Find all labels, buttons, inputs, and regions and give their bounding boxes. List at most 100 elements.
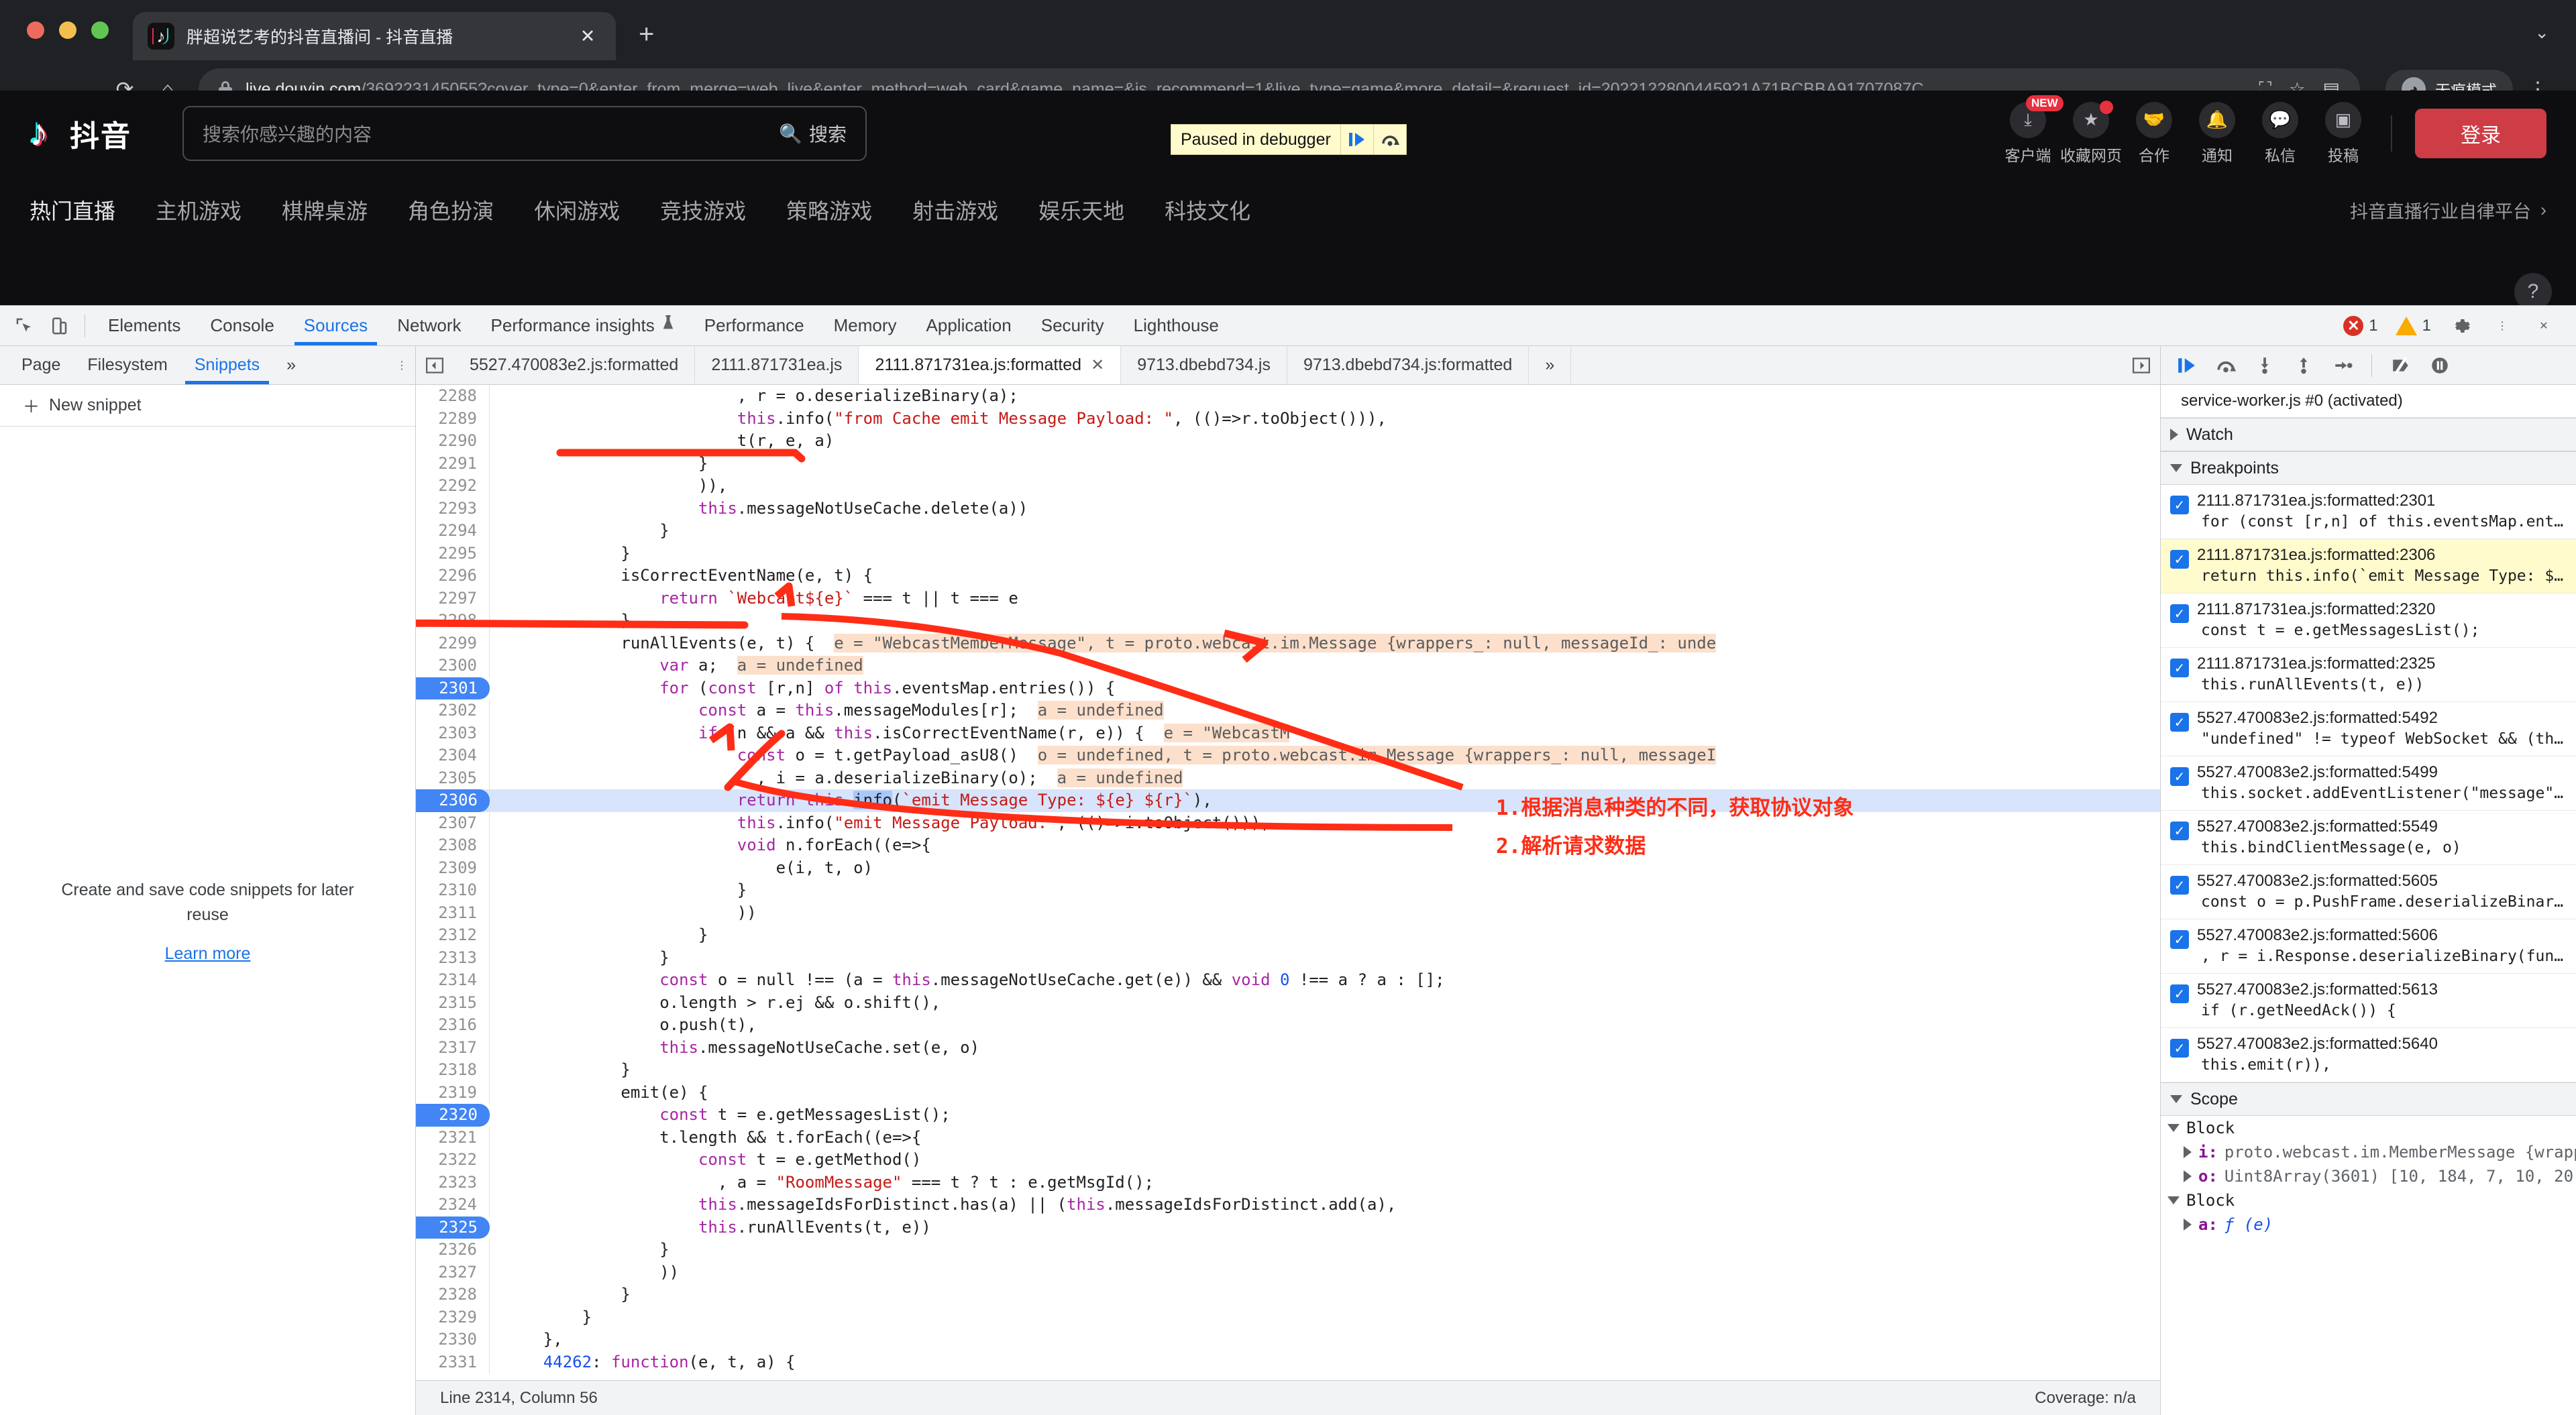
scope-block[interactable]: Block — [2161, 1116, 2576, 1140]
breakpoint-item[interactable]: ✓ 2111.871731ea.js:formatted:2320 const t … — [2161, 593, 2576, 648]
code-line[interactable]: 2298 } — [416, 610, 2160, 632]
line-number[interactable]: 2304 — [416, 744, 490, 767]
deactivate-breakpoints-icon[interactable] — [2383, 349, 2419, 382]
breakpoint-checkbox[interactable]: ✓ — [2170, 496, 2189, 514]
close-icon[interactable]: ✕ — [1091, 355, 1104, 375]
breakpoint-checkbox[interactable]: ✓ — [2170, 822, 2189, 840]
step-over-icon[interactable] — [2208, 349, 2244, 382]
code-line[interactable]: 2299 runAllEvents(e, t) { e = "WebcastMe… — [416, 632, 2160, 655]
line-number[interactable]: 2292 — [416, 475, 490, 498]
new-tab-button[interactable]: + — [639, 19, 654, 50]
resume-icon[interactable] — [2169, 349, 2205, 382]
nav-item-strategy-games[interactable]: 策略游戏 — [786, 194, 872, 225]
breakpoint-checkbox[interactable]: ✓ — [2170, 984, 2189, 1003]
line-number[interactable]: 2325 — [416, 1216, 490, 1239]
scope-variable[interactable]: i: proto.webcast.im.MemberMessage {wrapp… — [2161, 1140, 2576, 1164]
nav-item-entertainment[interactable]: 娱乐天地 — [1038, 194, 1124, 225]
header-action-favorite[interactable]: ★ 收藏网页 — [2059, 100, 2123, 166]
breakpoint-checkbox[interactable]: ✓ — [2170, 1039, 2189, 1058]
code-line[interactable]: 2313 } — [416, 946, 2160, 969]
file-tab-9713-formatted[interactable]: 9713.dbebd734.js:formatted — [1287, 346, 1529, 384]
line-number[interactable]: 2296 — [416, 565, 490, 587]
code-line[interactable]: 2302 const a = this.messageModules[r]; a… — [416, 699, 2160, 722]
chevron-down-icon[interactable]: ⌄ — [2534, 22, 2576, 43]
header-action-client[interactable]: ⤓ 客户端 NEW — [1996, 95, 2063, 166]
file-tab-9713[interactable]: 9713.dbebd734.js — [1121, 346, 1287, 384]
code-line[interactable]: 2312 } — [416, 924, 2160, 947]
scope-variable[interactable]: o: Uint8Array(3601) [10, 184, 7, 10, 20,… — [2161, 1164, 2576, 1188]
line-number[interactable]: 2294 — [416, 520, 490, 543]
navigator-tab-page[interactable]: Page — [8, 347, 74, 384]
show-navigator-icon[interactable] — [2123, 356, 2160, 375]
step-into-icon[interactable] — [2247, 349, 2283, 382]
close-tab-button[interactable]: ✕ — [574, 26, 601, 47]
nav-item-tech-culture[interactable]: 科技文化 — [1165, 194, 1250, 225]
navigator-tab-filesystem[interactable]: Filesystem — [74, 347, 180, 384]
tab-application[interactable]: Application — [912, 306, 1026, 345]
nav-item-board-games[interactable]: 棋牌桌游 — [282, 194, 368, 225]
code-line[interactable]: 2326 } — [416, 1239, 2160, 1261]
header-action-message[interactable]: 💬 私信 — [2249, 101, 2312, 166]
code-line[interactable]: 2293 this.messageNotUseCache.delete(a)) — [416, 497, 2160, 520]
minimize-window-button[interactable] — [59, 21, 76, 39]
code-line[interactable]: 2325 this.runAllEvents(t, e)) — [416, 1216, 2160, 1239]
breakpoint-checkbox[interactable]: ✓ — [2170, 550, 2189, 569]
search-input[interactable]: 搜索你感兴趣的内容 🔍 搜索 — [182, 106, 867, 161]
line-number[interactable]: 2323 — [416, 1171, 490, 1194]
scope-variable[interactable]: a: ƒ (e) — [2161, 1212, 2576, 1237]
line-number[interactable]: 2300 — [416, 655, 490, 677]
code-line[interactable]: 2311 )) — [416, 901, 2160, 924]
line-number[interactable]: 2320 — [416, 1104, 490, 1127]
line-number[interactable]: 2312 — [416, 924, 490, 947]
gear-icon[interactable] — [2443, 310, 2478, 342]
devtools-more-button[interactable]: ⋮ — [2485, 310, 2520, 342]
pause-on-exceptions-icon[interactable] — [2422, 349, 2458, 382]
line-number[interactable]: 2303 — [416, 722, 490, 744]
line-number[interactable]: 2288 — [416, 385, 490, 408]
navigator-overflow-icon[interactable]: » — [273, 347, 309, 384]
breakpoint-checkbox[interactable]: ✓ — [2170, 930, 2189, 949]
code-line[interactable]: 2324 this.messageIdsForDistinct.has(a) |… — [416, 1194, 2160, 1216]
line-number[interactable]: 2321 — [416, 1126, 490, 1149]
breakpoint-item[interactable]: ✓ 5527.470083e2.js:formatted:5640 this.emi… — [2161, 1028, 2576, 1082]
collapse-sidebar-icon[interactable] — [416, 356, 453, 375]
line-number[interactable]: 2314 — [416, 969, 490, 992]
devtools-close-button[interactable]: ✕ — [2526, 310, 2561, 342]
code-line[interactable]: 2328 } — [416, 1284, 2160, 1306]
error-count-badge[interactable]: ✕ 1 — [2338, 315, 2383, 336]
watch-section-header[interactable]: Watch — [2161, 418, 2576, 451]
search-button[interactable]: 🔍 搜索 — [779, 120, 847, 147]
nav-item-console-games[interactable]: 主机游戏 — [156, 194, 241, 225]
code-line[interactable]: 2319 emit(e) { — [416, 1081, 2160, 1104]
code-line[interactable]: 2320 const t = e.getMessagesList(); — [416, 1104, 2160, 1127]
line-number[interactable]: 2316 — [416, 1014, 490, 1037]
code-view[interactable]: 2288 , r = o.deserializeBinary(a); 2289 t… — [416, 385, 2160, 1380]
line-number[interactable]: 2328 — [416, 1284, 490, 1306]
code-line[interactable]: 2305 , i = a.deserializeBinary(o); a = u… — [416, 767, 2160, 789]
code-line[interactable]: 2300 var a; a = undefined — [416, 655, 2160, 677]
line-number[interactable]: 2311 — [416, 901, 490, 924]
step-over-icon[interactable] — [1374, 131, 1406, 148]
code-line[interactable]: 2314 const o = null !== (a = this.messag… — [416, 969, 2160, 992]
code-line[interactable]: 2315 o.length > r.ej && o.shift(), — [416, 991, 2160, 1014]
code-line[interactable]: 2297 return `Webcast${e}` === t || t ===… — [416, 587, 2160, 610]
tab-sources[interactable]: Sources — [289, 306, 382, 345]
breakpoint-checkbox[interactable]: ✓ — [2170, 767, 2189, 786]
tab-performance[interactable]: Performance — [690, 306, 819, 345]
file-tab-2111[interactable]: 2111.871731ea.js — [695, 346, 859, 384]
code-line[interactable]: 2318 } — [416, 1059, 2160, 1082]
learn-more-link[interactable]: Learn more — [165, 944, 251, 964]
breakpoint-item[interactable]: ✓ 2111.871731ea.js:formatted:2325 this.run… — [2161, 648, 2576, 702]
browser-tab[interactable]: ♪ 胖超说艺考的抖音直播间 - 抖音直播 ✕ — [133, 12, 616, 60]
line-number[interactable]: 2322 — [416, 1149, 490, 1172]
code-line[interactable]: 2291 } — [416, 452, 2160, 475]
code-line[interactable]: 2301 for (const [r,n] of this.eventsMap.… — [416, 677, 2160, 699]
file-tabs-overflow-icon[interactable]: » — [1529, 346, 1572, 384]
line-number[interactable]: 2302 — [416, 699, 490, 722]
line-number[interactable]: 2295 — [416, 542, 490, 565]
line-number[interactable]: 2301 — [416, 677, 490, 699]
nav-item-casual-games[interactable]: 休闲游戏 — [534, 194, 620, 225]
breakpoint-item[interactable]: ✓ 2111.871731ea.js:formatted:2306 return t… — [2161, 539, 2576, 593]
device-toolbar-icon[interactable] — [42, 310, 76, 342]
line-number[interactable]: 2289 — [416, 407, 490, 430]
